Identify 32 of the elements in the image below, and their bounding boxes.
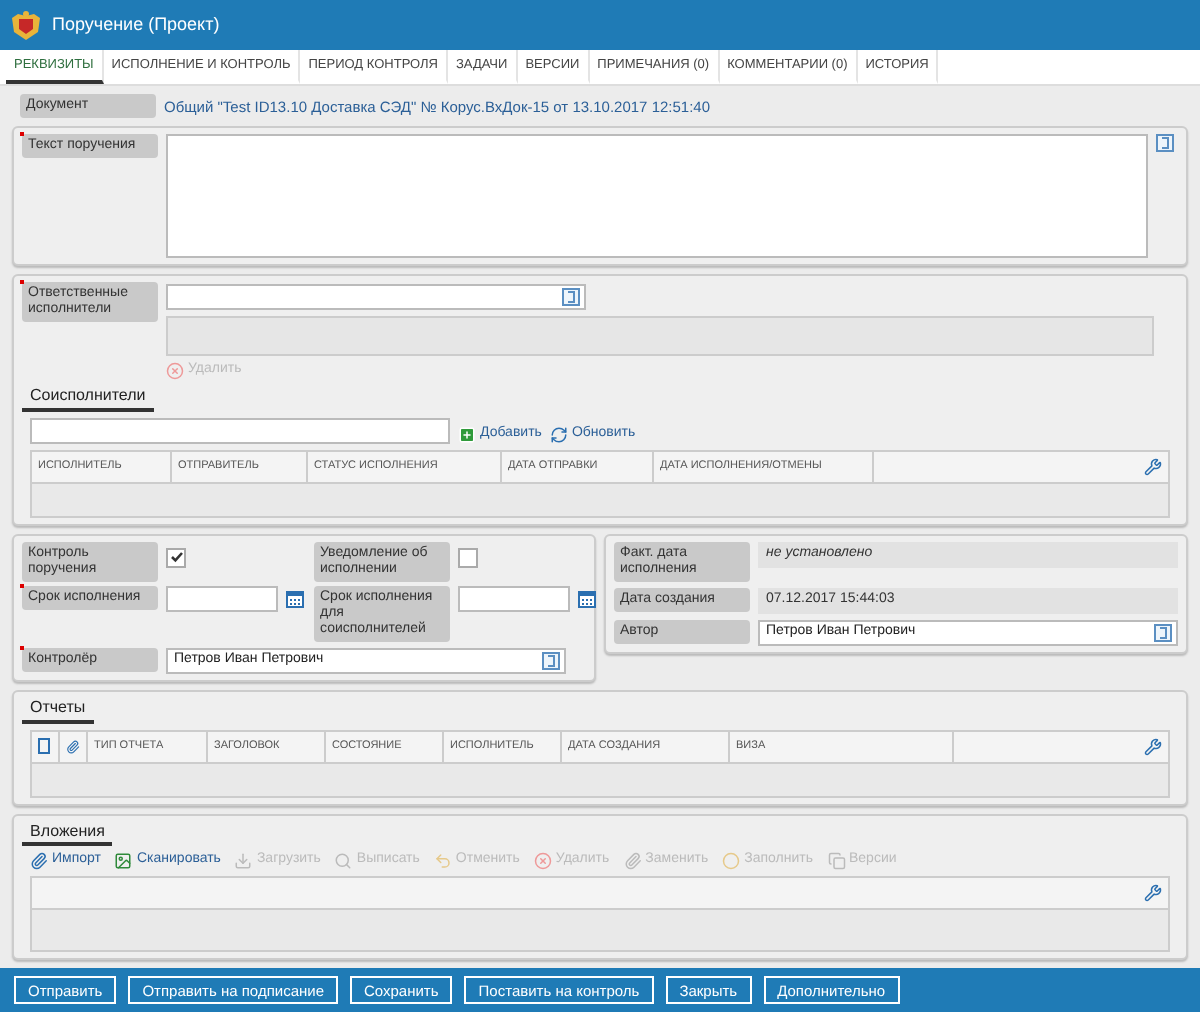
paperclip-icon [623,852,642,871]
delete-icon [166,362,184,381]
delete-icon [533,852,552,871]
tools-icon[interactable] [1144,457,1162,476]
add-icon [458,425,476,444]
search-icon [334,852,353,871]
picker-icon [542,651,560,670]
section-title: Соисполнители [22,386,154,412]
circle-icon [722,852,741,871]
picture-icon [114,852,133,871]
picker-icon [562,288,580,307]
paperclip-icon [30,852,48,871]
responsible-field[interactable] [166,284,586,311]
date-field[interactable] [458,585,570,612]
download-icon [234,852,253,871]
calendar-icon[interactable] [286,589,304,608]
calendar-icon[interactable] [578,589,596,608]
picker-icon [1154,623,1172,642]
tools-icon[interactable] [1144,884,1162,903]
tools-icon[interactable] [1144,737,1162,756]
date-field[interactable] [166,585,278,612]
co-executor-field[interactable] [30,417,450,444]
window-title: Поручение (Проект) [52,14,220,36]
copy-icon [827,852,845,871]
checkbox[interactable] [458,547,478,568]
editor-icon [1156,134,1174,153]
checkbox[interactable] [166,547,186,568]
coat-of-arms-icon [8,9,44,41]
refresh-icon [549,425,568,444]
undo-icon [433,852,452,871]
section-title: Отчеты [22,697,94,724]
section-title: Вложения [22,821,113,847]
